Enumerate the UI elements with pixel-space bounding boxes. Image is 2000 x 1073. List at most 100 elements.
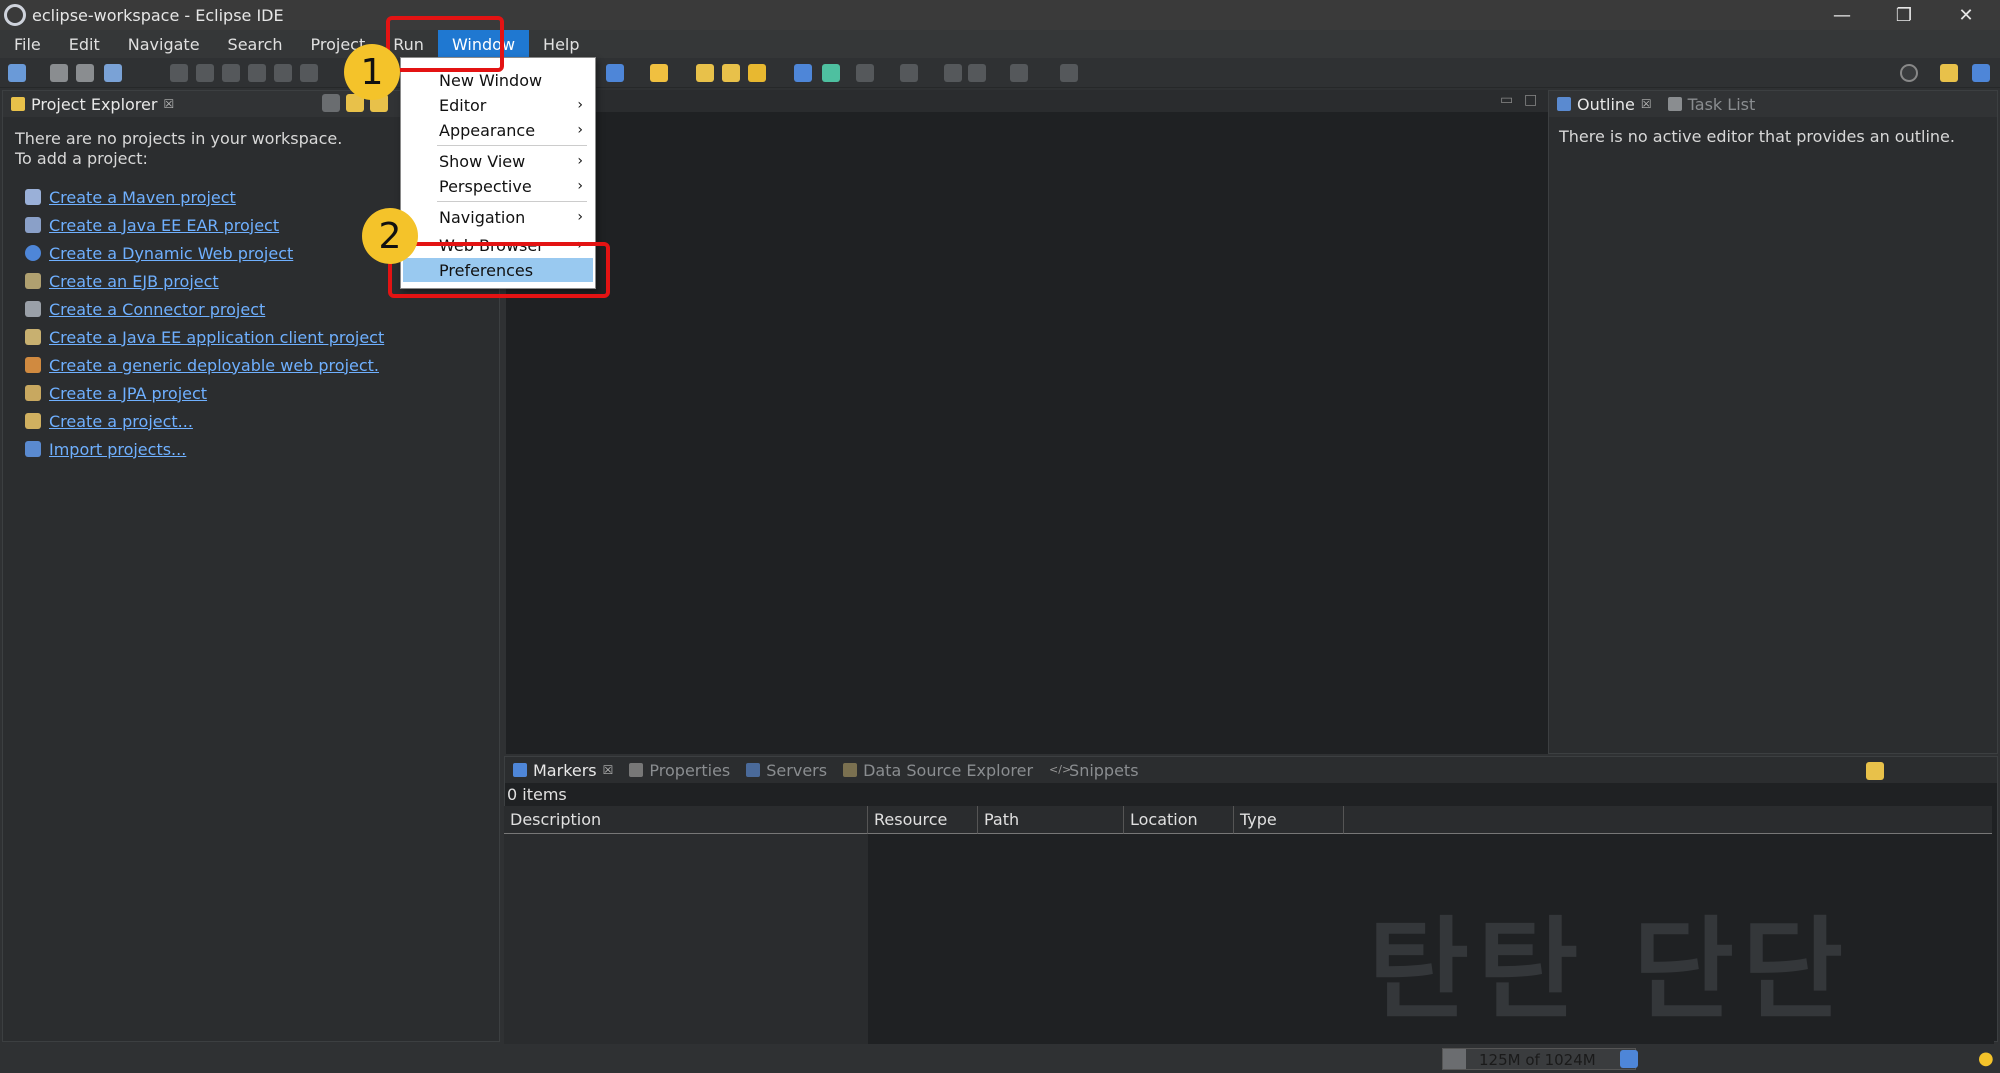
tab-markers[interactable]: Markers ☒ xyxy=(505,757,621,783)
menu-item-perspective[interactable]: Perspective › xyxy=(403,174,593,198)
create-project-link[interactable]: Create a project... xyxy=(49,412,193,431)
suspend-icon[interactable] xyxy=(196,64,214,82)
project-explorer-tab-label: Project Explorer xyxy=(31,94,158,114)
menu-navigate[interactable]: Navigate xyxy=(114,30,214,58)
new-window-label: New Window xyxy=(439,70,543,90)
outline-icon xyxy=(1557,97,1571,111)
editor-maximize-icon[interactable]: □ xyxy=(1524,92,1537,108)
data-source-icon xyxy=(843,763,858,777)
search-icon[interactable] xyxy=(1900,64,1918,82)
create-ejb-project-link[interactable]: Create an EJB project xyxy=(49,272,219,291)
resume-icon[interactable] xyxy=(170,64,188,82)
menu-item-appearance[interactable]: Appearance › xyxy=(403,118,593,142)
main-toolbar xyxy=(0,58,2000,88)
close-outline-icon[interactable]: ☒ xyxy=(1641,97,1652,111)
column-description[interactable]: Description xyxy=(504,806,868,834)
status-bar xyxy=(0,1044,2000,1073)
filter-icon[interactable] xyxy=(1866,762,1884,780)
search-tool-icon[interactable] xyxy=(748,64,766,82)
create-generic-web-project-link[interactable]: Create a generic deployable web project. xyxy=(49,356,379,375)
disconnect-icon[interactable] xyxy=(248,64,266,82)
terminal-icon[interactable] xyxy=(104,64,122,82)
properties-tab-label: Properties xyxy=(649,760,731,780)
connector-icon xyxy=(25,301,41,317)
tree-icon[interactable] xyxy=(822,64,840,82)
step-over-icon[interactable] xyxy=(300,64,318,82)
close-tab-icon[interactable]: ☒ xyxy=(163,97,174,111)
create-jpa-project-link[interactable]: Create a JPA project xyxy=(49,384,207,403)
import-icon xyxy=(25,441,41,457)
editor-area[interactable] xyxy=(506,90,1548,754)
dynamic-web-icon xyxy=(25,245,41,261)
import-projects-link[interactable]: Import projects... xyxy=(49,440,186,459)
heap-status[interactable]: 125M of 1024M xyxy=(1442,1048,1636,1070)
terminate-icon[interactable] xyxy=(222,64,240,82)
step-2-badge: 2 xyxy=(362,208,418,264)
step-into-icon[interactable] xyxy=(274,64,292,82)
java-ee-perspective-icon[interactable] xyxy=(1972,64,1990,82)
pin-editor-icon[interactable] xyxy=(1060,64,1078,82)
last-edit-icon[interactable] xyxy=(944,64,962,82)
column-resource[interactable]: Resource xyxy=(868,806,978,834)
next-annotation-icon[interactable] xyxy=(900,64,918,82)
column-location[interactable]: Location xyxy=(1124,806,1234,834)
new-java-class-icon[interactable] xyxy=(650,64,668,82)
chevron-right-icon: › xyxy=(577,178,583,194)
new-icon[interactable] xyxy=(8,64,26,82)
open-perspective-icon[interactable] xyxy=(1940,64,1958,82)
chevron-right-icon: › xyxy=(577,153,583,169)
menu-file[interactable]: File xyxy=(0,30,55,58)
create-ear-project-link[interactable]: Create a Java EE EAR project xyxy=(49,216,279,235)
markers-tab-label: Markers xyxy=(533,760,597,780)
tip-lightbulb-icon[interactable]: ● xyxy=(1978,1048,1994,1069)
watermark-text: 탄탄 단단 xyxy=(1368,906,1852,1034)
link-row: Create a JPA project xyxy=(25,379,499,407)
outline-view: Outline ☒ Task List There is no active e… xyxy=(1548,90,1998,754)
tab-project-explorer[interactable]: Project Explorer ☒ xyxy=(3,91,182,117)
menu-item-navigation[interactable]: Navigation › xyxy=(403,205,593,229)
open-folder-icon[interactable] xyxy=(722,64,740,82)
create-dynamic-web-project-link[interactable]: Create a Dynamic Web project xyxy=(49,244,293,263)
minimize-button[interactable]: — xyxy=(1812,0,1872,30)
editor-label: Editor xyxy=(439,95,487,115)
globe-icon[interactable] xyxy=(794,64,812,82)
tab-data-source-explorer[interactable]: Data Source Explorer xyxy=(835,757,1041,783)
menu-item-show-view[interactable]: Show View › xyxy=(403,149,593,173)
run-gc-icon[interactable] xyxy=(1620,1050,1638,1068)
open-type-icon[interactable] xyxy=(696,64,714,82)
restore-button[interactable]: ❐ xyxy=(1874,0,1934,30)
annotation-icon[interactable] xyxy=(856,64,874,82)
save-all-icon[interactable] xyxy=(76,64,94,82)
servers-tab-label: Servers xyxy=(766,760,828,780)
menu-separator xyxy=(437,201,587,202)
link-row: Create a Java EE application client proj… xyxy=(25,323,499,351)
create-maven-project-link[interactable]: Create a Maven project xyxy=(49,188,236,207)
tab-properties[interactable]: Properties xyxy=(621,757,738,783)
create-connector-project-link[interactable]: Create a Connector project xyxy=(49,300,265,319)
back-arrow-icon[interactable] xyxy=(968,64,986,82)
save-icon[interactable] xyxy=(50,64,68,82)
menu-separator xyxy=(437,145,587,146)
ejb-icon xyxy=(25,273,41,289)
link-row: Create a project... xyxy=(25,407,499,435)
menu-search[interactable]: Search xyxy=(214,30,297,58)
close-button[interactable]: ✕ xyxy=(1936,0,1996,30)
navigation-label: Navigation xyxy=(439,207,526,227)
heap-text: 125M of 1024M xyxy=(1479,1051,1596,1069)
column-type[interactable]: Type xyxy=(1234,806,1344,834)
new-server-icon[interactable] xyxy=(606,64,624,82)
close-markers-icon[interactable]: ☒ xyxy=(603,763,614,777)
forward-arrow-icon[interactable] xyxy=(1010,64,1028,82)
create-app-client-project-link[interactable]: Create a Java EE application client proj… xyxy=(49,328,384,347)
menu-help[interactable]: Help xyxy=(529,30,593,58)
editor-minimize-icon[interactable]: ▭ xyxy=(1500,92,1513,108)
collapse-all-icon[interactable] xyxy=(322,94,340,112)
task-list-tab-label: Task List xyxy=(1687,94,1756,114)
tab-outline[interactable]: Outline ☒ xyxy=(1549,91,1660,117)
column-path[interactable]: Path xyxy=(978,806,1124,834)
tab-servers[interactable]: Servers xyxy=(738,757,835,783)
tab-snippets[interactable]: </> Snippets xyxy=(1041,757,1147,783)
menu-edit[interactable]: Edit xyxy=(55,30,114,58)
tab-task-list[interactable]: Task List xyxy=(1660,91,1764,117)
menu-item-editor[interactable]: Editor › xyxy=(403,93,593,117)
